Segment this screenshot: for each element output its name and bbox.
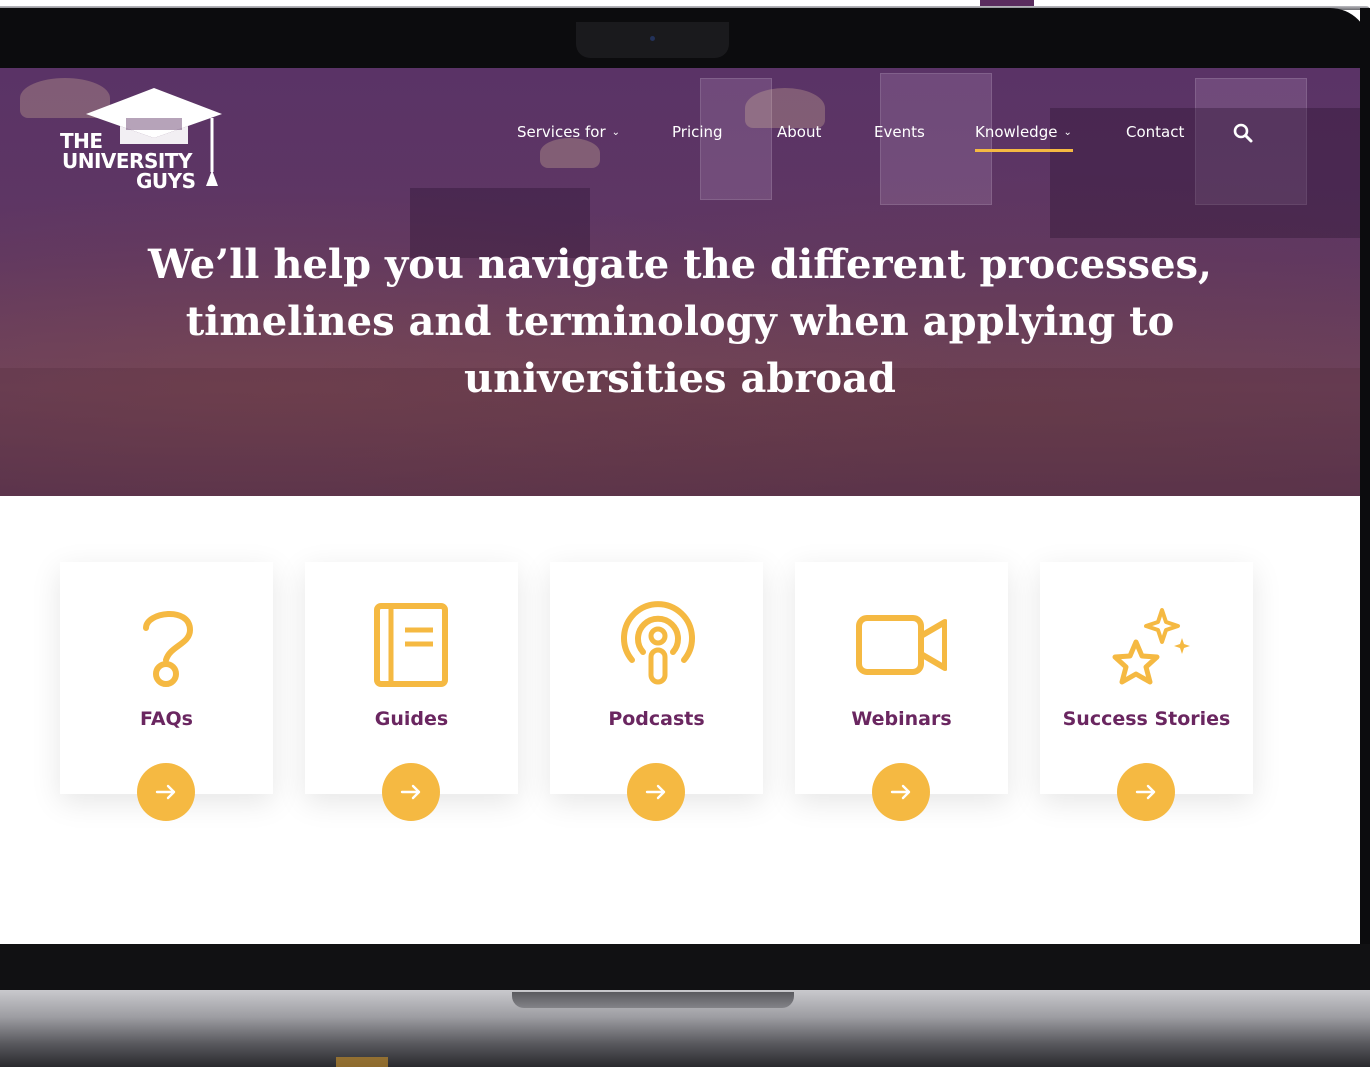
- card-webinars[interactable]: Webinars: [795, 562, 1008, 821]
- laptop-base-reflection: [336, 1057, 388, 1067]
- card-label: Podcasts: [608, 708, 705, 730]
- active-nav-indicator: [975, 149, 1073, 152]
- faqs-arrow-button[interactable]: [137, 763, 195, 821]
- arrow-right-icon: [1135, 784, 1156, 800]
- hero-banner: THE UNIVERSITY GUYS Services for ⌄ Pricin…: [0, 68, 1360, 496]
- chevron-down-icon: ⌄: [611, 127, 621, 138]
- webinars-arrow-button[interactable]: [872, 763, 930, 821]
- card-podcasts[interactable]: Podcasts: [550, 562, 763, 821]
- browser-screen: THE UNIVERSITY GUYS Services for ⌄ Pricin…: [0, 68, 1360, 944]
- card-faqs[interactable]: FAQs: [60, 562, 273, 821]
- logo-text-line1: THE: [60, 129, 103, 153]
- laptop-right-bezel: [1360, 8, 1370, 958]
- arrow-right-icon: [890, 784, 911, 800]
- card-label: Webinars: [851, 708, 952, 730]
- card-success-stories[interactable]: Success Stories: [1040, 562, 1253, 821]
- chandelier: [745, 88, 825, 128]
- search-button[interactable]: [1231, 121, 1255, 145]
- guides-arrow-button[interactable]: [382, 763, 440, 821]
- book-icon: [374, 603, 448, 687]
- podcasts-arrow-button[interactable]: [627, 763, 685, 821]
- hero-headline: We’ll help you navigate the different pr…: [70, 236, 1290, 407]
- laptop-base-notch: [512, 992, 794, 1008]
- video-camera-icon: [856, 615, 947, 675]
- nav-item-label: Knowledge: [975, 123, 1058, 141]
- nav-item-services-for[interactable]: Services for ⌄: [517, 123, 620, 141]
- podcast-icon: [621, 601, 695, 685]
- star-sparkle-icon: [1112, 608, 1190, 685]
- hero-headline-line: timelines and terminology when applying …: [185, 298, 1175, 345]
- chandelier: [540, 138, 600, 168]
- nav-item-label: Pricing: [672, 123, 723, 141]
- question-mark-icon: [143, 611, 194, 687]
- logo-text-line2: UNIVERSITY: [62, 149, 192, 173]
- laptop-bottom-bezel: [0, 944, 1370, 994]
- success-stories-arrow-button[interactable]: [1117, 763, 1175, 821]
- nav-item-knowledge[interactable]: Knowledge ⌄: [975, 123, 1072, 141]
- card-guides[interactable]: Guides: [305, 562, 518, 821]
- nav-item-about[interactable]: About: [777, 123, 821, 141]
- camera-lens: [650, 36, 655, 41]
- nav-item-contact[interactable]: Contact: [1126, 123, 1184, 141]
- nav-item-events[interactable]: Events: [874, 123, 925, 141]
- card-label: Success Stories: [1062, 708, 1231, 730]
- nav-item-label: About: [777, 123, 822, 141]
- logo-text-line3: GUYS: [136, 169, 196, 193]
- card-label: Guides: [374, 708, 449, 730]
- chevron-down-icon: ⌄: [1063, 127, 1072, 138]
- nav-item-label: Contact: [1126, 123, 1185, 141]
- arrow-right-icon: [645, 784, 666, 800]
- hero-headline-line: We’ll help you navigate the different pr…: [148, 241, 1212, 288]
- nav-item-label: Events: [874, 123, 925, 141]
- hero-headline-line: universities abroad: [464, 355, 896, 402]
- nav-item-pricing[interactable]: Pricing: [672, 123, 723, 141]
- search-icon: [1233, 123, 1253, 143]
- nav-item-label: Services for: [517, 123, 606, 141]
- arrow-right-icon: [155, 784, 176, 800]
- site-logo[interactable]: THE UNIVERSITY GUYS: [56, 76, 226, 193]
- card-label: FAQs: [140, 708, 193, 730]
- bookshelf: [1050, 108, 1360, 238]
- arrow-right-icon: [400, 784, 421, 800]
